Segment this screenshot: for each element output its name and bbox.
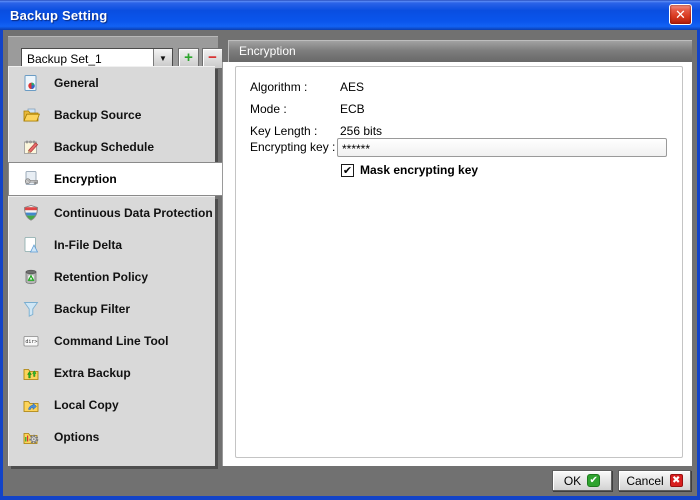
delta-page-icon <box>21 235 41 255</box>
sidebar-item-label: General <box>54 76 99 90</box>
folder-up-arrows-icon <box>21 363 41 383</box>
sidebar-item-local-copy[interactable]: Local Copy <box>9 389 215 421</box>
sidebar-item-retention-policy[interactable]: Retention Policy <box>9 261 215 293</box>
shield-icon <box>21 203 41 223</box>
command-prompt-icon: dir> <box>21 331 41 351</box>
ok-button[interactable]: OK ✔ <box>552 470 612 491</box>
sidebar-group-top: General Backup Source <box>8 66 215 162</box>
close-button[interactable]: ✕ <box>669 4 692 25</box>
encrypting-key-input[interactable] <box>337 138 667 157</box>
sidebar-item-label: Retention Policy <box>54 270 148 284</box>
sidebar-item-backup-filter[interactable]: Backup Filter <box>9 293 215 325</box>
sidebar-item-in-file-delta[interactable]: In-File Delta <box>9 229 215 261</box>
mode-row: Mode : ECB <box>236 100 682 118</box>
key-page-icon <box>21 169 41 189</box>
sidebar-item-label: Encryption <box>54 172 117 186</box>
cancel-button-label: Cancel <box>626 474 663 488</box>
dialog-frame: Backup Setting ✕ Backup Set_1 ▼ + − Encr… <box>0 0 700 500</box>
mask-key-row: ✔ Mask encrypting key <box>236 163 682 179</box>
general-icon <box>21 73 41 93</box>
sidebar-item-label: Command Line Tool <box>54 334 168 348</box>
ok-button-label: OK <box>564 474 581 488</box>
sidebar-item-label: Backup Source <box>54 108 141 122</box>
encryption-fieldset: Algorithm : AES Mode : ECB Key Length : … <box>235 66 683 458</box>
sidebar-item-encryption-selected[interactable]: Encryption <box>8 162 222 196</box>
window-title: Backup Setting <box>0 8 107 23</box>
sidebar-item-label: Local Copy <box>54 398 119 412</box>
sidebar-item-label: Continuous Data Protection <box>54 206 213 220</box>
bin-recycle-icon <box>21 267 41 287</box>
mask-key-checkbox[interactable]: ✔ <box>341 164 354 177</box>
encryption-panel: Algorithm : AES Mode : ECB Key Length : … <box>222 62 692 466</box>
sidebar-item-options[interactable]: Options <box>9 421 215 453</box>
sidebar-item-label: Backup Filter <box>54 302 130 316</box>
cancel-button[interactable]: Cancel ✖ <box>618 470 691 491</box>
folder-open-icon <box>21 105 41 125</box>
sidebar-item-backup-source[interactable]: Backup Source <box>9 99 215 131</box>
sidebar-item-label: In-File Delta <box>54 238 122 252</box>
x-icon: ✖ <box>670 474 683 487</box>
svg-text:dir>: dir> <box>25 339 37 345</box>
sidebar-item-label: Options <box>54 430 99 444</box>
algorithm-value: AES <box>340 78 364 96</box>
mask-key-label[interactable]: Mask encrypting key <box>360 163 478 177</box>
sidebar-group-bottom: Continuous Data Protection In-File Delta <box>8 196 215 466</box>
notepad-pencil-icon <box>21 137 41 157</box>
algorithm-label: Algorithm : <box>250 78 307 96</box>
backup-set-toolbar: Backup Set_1 ▼ + − <box>8 36 218 66</box>
sidebar-item-backup-schedule[interactable]: Backup Schedule <box>9 131 215 163</box>
sidebar-item-continuous-data-protection[interactable]: Continuous Data Protection <box>9 197 215 229</box>
encrypting-key-label: Encrypting key : <box>250 138 335 157</box>
backup-set-value: Backup Set_1 <box>22 52 153 66</box>
title-bar: Backup Setting ✕ <box>0 0 700 30</box>
client-area: Backup Set_1 ▼ + − Encryption Algorithm … <box>3 30 697 496</box>
mode-value: ECB <box>340 100 365 118</box>
sidebar-item-command-line-tool[interactable]: dir> Command Line Tool <box>9 325 215 357</box>
sidebar-item-extra-backup[interactable]: Extra Backup <box>9 357 215 389</box>
check-icon: ✔ <box>587 474 600 487</box>
sidebar-item-label: Extra Backup <box>54 366 131 380</box>
folder-gear-icon <box>21 427 41 447</box>
panel-header: Encryption <box>228 40 692 62</box>
sidebar-item-general[interactable]: General <box>9 67 215 99</box>
folder-copy-arrow-icon <box>21 395 41 415</box>
sidebar-item-label: Backup Schedule <box>54 140 154 154</box>
mode-label: Mode : <box>250 100 287 118</box>
algorithm-row: Algorithm : AES <box>236 78 682 96</box>
funnel-icon <box>21 299 41 319</box>
